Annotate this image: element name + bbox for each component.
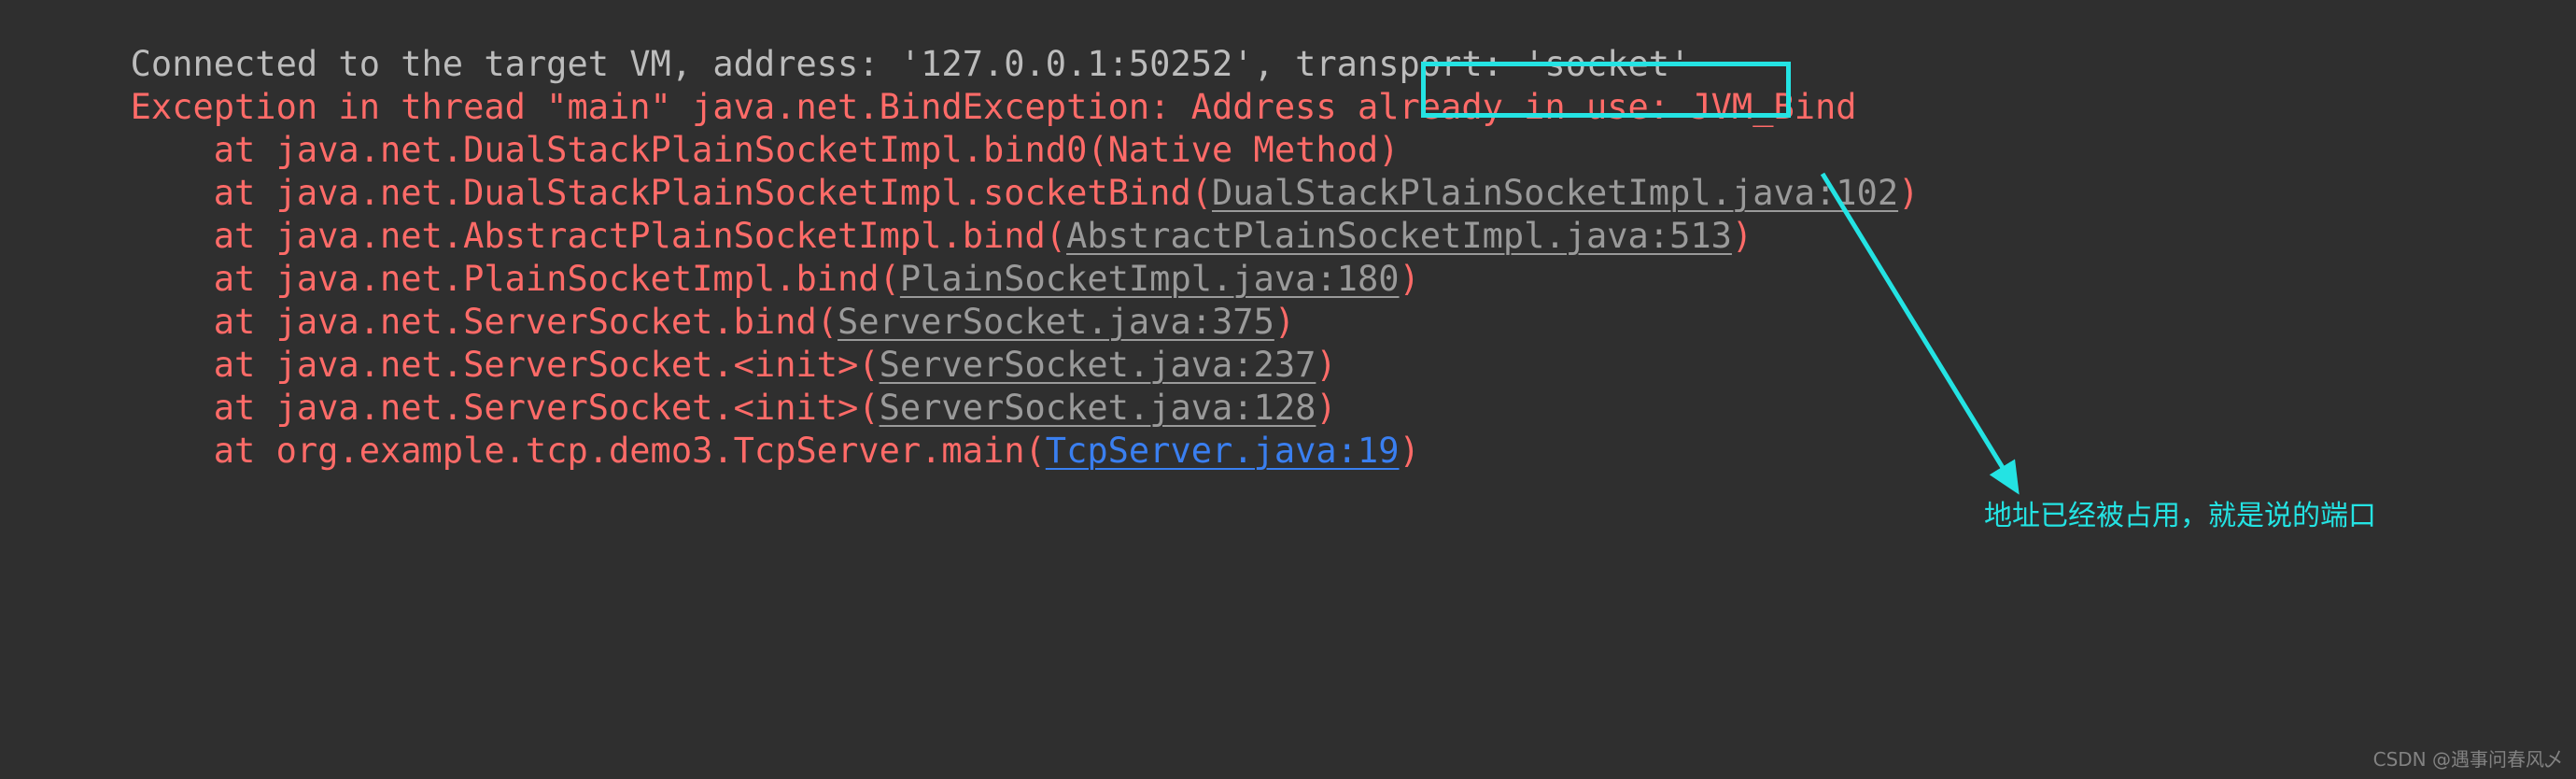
console-line-text: Connected to the target VM, address: '12… — [130, 44, 1691, 84]
console-screenshot: Connected to the target VM, address: '12… — [0, 0, 2576, 779]
stack-frame-prefix: at java.net.PlainSocketImpl.bind( — [130, 259, 900, 299]
console-line-connected: Connected to the target VM, address: '12… — [0, 0, 2576, 84]
stack-frame-prefix: at java.net.ServerSocket.<init>( — [130, 388, 880, 428]
stack-frame-suffix: ) — [1316, 345, 1337, 385]
exception-prefix: Exception in thread "main" java.net.Bind… — [130, 87, 1191, 127]
stack-frame-suffix: ) — [1399, 259, 1420, 299]
stack-frame-suffix: ) — [1316, 388, 1337, 428]
source-link[interactable]: AbstractPlainSocketImpl.java:513 — [1066, 216, 1732, 256]
source-link[interactable]: ServerSocket.java:375 — [838, 302, 1274, 342]
stack-frame-prefix: at java.net.DualStackPlainSocketImpl.soc… — [130, 173, 1213, 213]
stack-frame-prefix: at java.net.ServerSocket.bind( — [130, 302, 838, 342]
source-link[interactable]: ServerSocket.java:237 — [880, 345, 1316, 385]
source-link[interactable]: DualStackPlainSocketImpl.java:102 — [1212, 173, 1898, 213]
stack-frame-suffix: ) — [1399, 431, 1420, 471]
source-link[interactable]: PlainSocketImpl.java:180 — [900, 259, 1400, 299]
stack-frame-prefix: at org.example.tcp.demo3.TcpServer.main( — [130, 431, 1046, 471]
stack-frame-prefix: at java.net.AbstractPlainSocketImpl.bind… — [130, 216, 1067, 256]
source-link-active[interactable]: TcpServer.java:19 — [1046, 431, 1400, 471]
annotation-note-text: 地址已经被占用，就是说的端口 — [1984, 500, 2376, 532]
csdn-watermark: CSDN @遇事问春风乄 — [2372, 748, 2563, 771]
stack-frame-text: at java.net.DualStackPlainSocketImpl.bin… — [130, 130, 1400, 170]
stack-frame-suffix: ) — [1898, 173, 1920, 213]
exception-suffix: : JVM_Bind — [1648, 87, 1857, 127]
stack-frame-suffix: ) — [1274, 302, 1296, 342]
console-output[interactable]: Connected to the target VM, address: '12… — [0, 0, 2576, 471]
stack-frame-suffix: ) — [1731, 216, 1753, 256]
stack-frame-prefix: at java.net.ServerSocket.<init>( — [130, 345, 880, 385]
exception-highlighted-message: Address already in use — [1190, 87, 1649, 127]
source-link[interactable]: ServerSocket.java:128 — [880, 388, 1316, 428]
